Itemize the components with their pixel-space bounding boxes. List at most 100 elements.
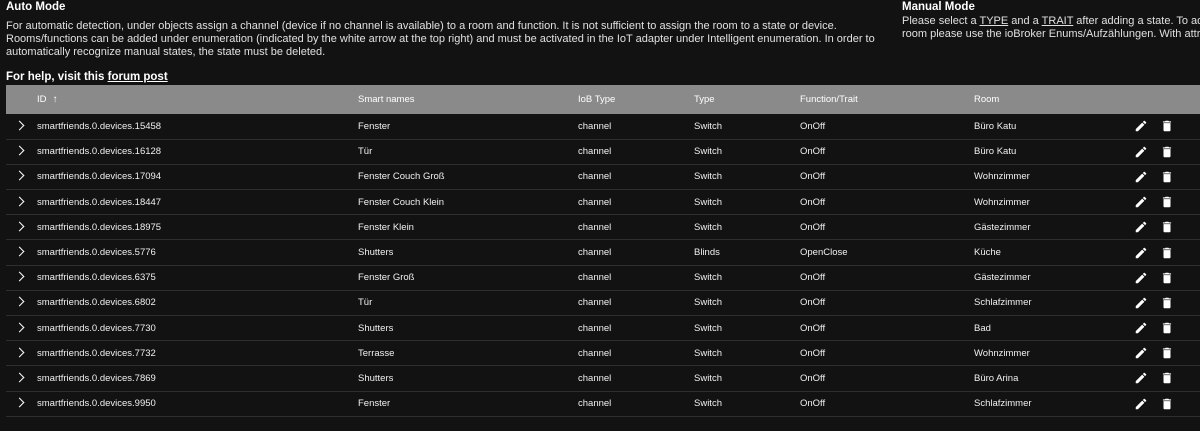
column-header-room[interactable]: Room xyxy=(974,85,1130,114)
column-header-function-trait[interactable]: Function/Trait xyxy=(800,85,974,114)
expand-cell[interactable] xyxy=(6,114,37,139)
chevron-right-icon[interactable] xyxy=(14,296,25,307)
pencil-icon[interactable] xyxy=(1134,170,1148,184)
cell-type: Switch xyxy=(694,196,722,208)
table-row[interactable]: smartfriends.0.devices.6375 Fenster Groß c… xyxy=(6,265,1200,291)
pencil-icon[interactable] xyxy=(1134,271,1148,285)
chevron-right-icon[interactable] xyxy=(14,397,25,408)
cell-type: Switch xyxy=(694,221,722,233)
table-row[interactable]: smartfriends.0.devices.6802 Tür channel Swi… xyxy=(6,290,1200,316)
chevron-right-icon[interactable] xyxy=(14,196,25,207)
expand-cell[interactable] xyxy=(6,215,37,240)
id-header-label: ID xyxy=(37,94,47,105)
trash-icon[interactable] xyxy=(1160,195,1174,209)
pencil-icon[interactable] xyxy=(1134,220,1148,234)
table-row[interactable]: smartfriends.0.devices.18975 Fenster Klei… xyxy=(6,215,1200,240)
cell-smart-name: Fenster xyxy=(358,120,391,132)
cell-iob-type: channel xyxy=(578,372,612,384)
expand-cell[interactable] xyxy=(6,190,37,215)
column-header-type[interactable]: Type xyxy=(694,85,800,114)
trash-icon[interactable] xyxy=(1160,371,1174,385)
chevron-right-icon[interactable] xyxy=(14,372,25,383)
expand-cell[interactable] xyxy=(6,316,37,341)
cell-id: smartfriends.0.devices.6802 xyxy=(37,297,156,309)
cell-room: Wohnzimmer xyxy=(974,171,1030,183)
cell-function-trait: OnOff xyxy=(800,322,826,334)
trash-icon[interactable] xyxy=(1160,246,1174,260)
help-prefix: For help, visit this xyxy=(6,71,108,83)
pencil-icon[interactable] xyxy=(1134,371,1148,385)
table-row[interactable]: smartfriends.0.devices.18447 Fenster Couc… xyxy=(6,190,1200,215)
trash-icon[interactable] xyxy=(1160,346,1174,360)
chevron-right-icon[interactable] xyxy=(14,120,25,131)
actions-cell xyxy=(1130,190,1200,215)
expand-cell[interactable] xyxy=(6,341,37,366)
actions-cell xyxy=(1130,391,1200,416)
table-row[interactable]: smartfriends.0.devices.7732 Terrasse chann… xyxy=(6,341,1200,366)
cell-function-trait: OnOff xyxy=(800,372,826,384)
expand-cell[interactable] xyxy=(6,290,37,315)
column-header-iob-type[interactable]: IoB Type xyxy=(578,85,694,114)
chevron-right-icon[interactable] xyxy=(14,221,25,232)
cell-room: Gästezimmer xyxy=(974,221,1031,233)
pencil-icon[interactable] xyxy=(1134,195,1148,209)
column-header-id[interactable]: ID ↑ xyxy=(37,85,358,114)
cell-function-trait: OnOff xyxy=(800,398,826,410)
pencil-icon[interactable] xyxy=(1134,296,1148,310)
expand-cell[interactable] xyxy=(6,391,37,416)
table-row[interactable]: smartfriends.0.devices.9950 Fenster channe… xyxy=(6,391,1200,417)
chevron-right-icon[interactable] xyxy=(14,145,25,156)
cell-type: Switch xyxy=(694,347,722,359)
pencil-icon[interactable] xyxy=(1134,321,1148,335)
table-row[interactable]: smartfriends.0.devices.16128 Tür channel Sw… xyxy=(6,139,1200,165)
cell-room: Büro Arina xyxy=(974,372,1019,384)
cell-smart-name: Tür xyxy=(358,297,373,309)
auto-mode-title: Auto Mode xyxy=(6,1,66,13)
cell-id: smartfriends.0.devices.17094 xyxy=(37,171,162,183)
pencil-icon[interactable] xyxy=(1134,119,1148,133)
auto-mode-panel: Auto Mode For automatic detection, under… xyxy=(6,0,892,58)
pencil-icon[interactable] xyxy=(1134,145,1148,159)
table-row[interactable]: smartfriends.0.devices.5776 Shutters chann… xyxy=(6,240,1200,266)
actions-cell xyxy=(1130,240,1200,265)
cell-type: Switch xyxy=(694,297,722,309)
trash-icon[interactable] xyxy=(1160,296,1174,310)
actions-cell xyxy=(1130,215,1200,240)
trash-icon[interactable] xyxy=(1160,271,1174,285)
expand-cell[interactable] xyxy=(6,265,37,290)
table-row[interactable]: smartfriends.0.devices.7730 Shutters chann… xyxy=(6,316,1200,341)
cell-type: Switch xyxy=(694,120,722,132)
cell-function-trait: OnOff xyxy=(800,171,826,183)
expand-cell[interactable] xyxy=(6,164,37,189)
trash-icon[interactable] xyxy=(1160,170,1174,184)
chevron-right-icon[interactable] xyxy=(14,347,25,358)
pencil-icon[interactable] xyxy=(1134,397,1148,411)
expand-cell[interactable] xyxy=(6,366,37,391)
trash-icon[interactable] xyxy=(1160,119,1174,133)
pencil-icon[interactable] xyxy=(1134,246,1148,260)
arrow-up-icon[interactable]: ↑ xyxy=(53,94,58,105)
column-header-smart-names[interactable]: Smart names xyxy=(358,85,578,114)
cell-id: smartfriends.0.devices.18447 xyxy=(37,196,162,208)
table-row[interactable]: smartfriends.0.devices.7869 Shutters chann… xyxy=(6,366,1200,392)
trash-icon[interactable] xyxy=(1160,321,1174,335)
forum-post-link[interactable]: forum post xyxy=(108,71,168,83)
trash-icon[interactable] xyxy=(1160,397,1174,411)
cell-smart-name: Fenster Klein xyxy=(358,221,414,233)
cell-iob-type: channel xyxy=(578,171,612,183)
expand-cell[interactable] xyxy=(6,240,37,265)
cell-smart-name: Fenster Couch Groß xyxy=(358,171,445,183)
chevron-right-icon[interactable] xyxy=(14,171,25,181)
cell-smart-name: Fenster xyxy=(358,398,391,410)
chevron-right-icon[interactable] xyxy=(14,322,25,333)
trash-icon[interactable] xyxy=(1160,145,1174,159)
cell-id: smartfriends.0.devices.7730 xyxy=(37,322,156,334)
chevron-right-icon[interactable] xyxy=(14,271,25,282)
trash-icon[interactable] xyxy=(1160,220,1174,234)
table-row[interactable]: smartfriends.0.devices.15458 Fenster chann… xyxy=(6,114,1200,140)
cell-function-trait: OpenClose xyxy=(800,247,848,259)
pencil-icon[interactable] xyxy=(1134,346,1148,360)
chevron-right-icon[interactable] xyxy=(14,246,25,257)
expand-cell[interactable] xyxy=(6,139,37,164)
table-row[interactable]: smartfriends.0.devices.17094 Fenster Couc… xyxy=(6,164,1200,190)
